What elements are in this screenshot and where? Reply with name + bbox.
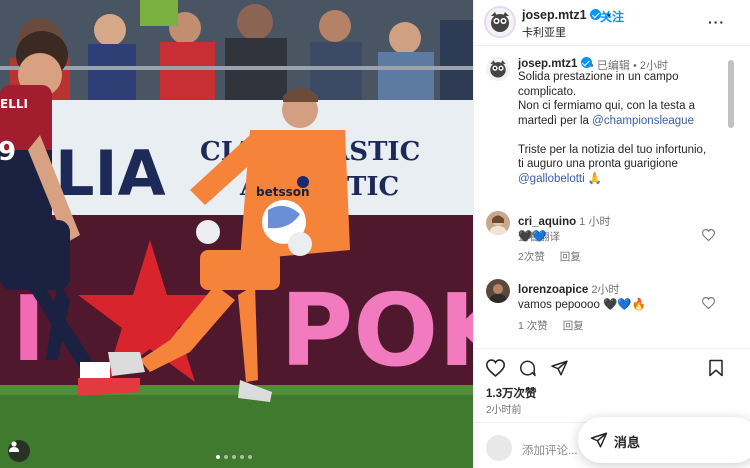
post-date[interactable]: 2小时前 <box>486 401 522 416</box>
reply-button[interactable]: 回复 <box>563 320 584 332</box>
comment-text: 🖤💙 <box>518 231 547 243</box>
mention-link[interactable]: @championsleague <box>592 115 694 127</box>
messages-button[interactable]: 消息 <box>578 417 750 463</box>
mention-link[interactable]: @gallobelotti <box>518 173 585 185</box>
post-header: josep.mtz1 • 关注 卡利亚里 ··· <box>474 0 750 46</box>
avatar-image <box>486 57 510 81</box>
caption-line: ti auguro una pronta guarigione <box>518 158 678 170</box>
caption-username-text[interactable]: josep.mtz1 <box>518 58 577 70</box>
comments-section[interactable]: josep.mtz1 • 已编辑 • 2小时 Solida prestazion… <box>474 47 736 347</box>
comment-like-heart-icon[interactable] <box>702 229 715 241</box>
commenter-avatar[interactable] <box>486 211 510 235</box>
caption-line: Non ci fermiamo qui, con la testa a <box>518 100 696 112</box>
comment-time: 1 小时 <box>579 216 611 228</box>
author-avatar[interactable] <box>484 6 516 38</box>
jersey-number: 9 <box>0 137 16 167</box>
current-user-avatar <box>486 435 512 461</box>
comment-likes[interactable]: 2次赞 <box>518 251 545 263</box>
comments-scrollbar[interactable] <box>726 56 736 342</box>
post-location[interactable]: 卡利亚里 <box>522 24 566 40</box>
caption-line: @gallobelotti 🙏 <box>518 172 730 187</box>
comment-like-heart-icon[interactable] <box>702 297 715 309</box>
avatar-image <box>486 211 510 235</box>
comment-username-text[interactable]: cri_aquino <box>518 216 576 228</box>
comment-username[interactable]: lorenzoapice 2小时 <box>518 281 619 297</box>
comment-likes[interactable]: 1 次赞 <box>518 320 548 332</box>
carousel-dot <box>216 455 220 459</box>
avatar-image <box>486 8 514 36</box>
reply-button[interactable]: 回复 <box>560 251 581 263</box>
scrollbar-thumb[interactable] <box>728 60 734 128</box>
carousel-dot <box>224 455 228 459</box>
tagged-users-button[interactable] <box>8 440 30 462</box>
caption-avatar[interactable] <box>486 57 510 81</box>
carousel-indicator <box>216 455 252 459</box>
bookmark-icon[interactable] <box>708 359 724 377</box>
avatar-image <box>486 279 510 303</box>
caption-line: Triste per la notizia del tuo infortunio… <box>518 143 707 156</box>
more-options-button[interactable]: ··· <box>708 14 725 30</box>
caption-line: martedì per la @championsleague <box>518 114 730 129</box>
caption-text: Solida prestazione in un campo complicat… <box>518 70 730 186</box>
board-big-text: LIA <box>55 137 166 210</box>
carousel-dot <box>232 455 236 459</box>
post-photo[interactable]: LIA CIA A PLASTIC A ESTETIC I POKE 9 ELL… <box>0 0 473 468</box>
carousel-dot <box>240 455 244 459</box>
caption-username[interactable]: josep.mtz1 <box>518 57 592 70</box>
caption-line: complicato. <box>518 85 577 98</box>
like-count[interactable]: 1.3万次赞 <box>486 385 537 401</box>
caption-line: Solida prestazione in un campo <box>518 71 679 83</box>
carousel-dot <box>248 455 252 459</box>
follow-button[interactable]: 关注 <box>600 8 624 25</box>
match-photo: LIA CIA A PLASTIC A ESTETIC I POKE 9 ELL… <box>0 0 473 468</box>
messages-label: 消息 <box>614 435 641 450</box>
caption-line-text: martedì per la <box>518 114 589 127</box>
comment-meta: 2次赞 回复 <box>518 249 593 264</box>
direct-message-icon <box>590 432 608 448</box>
pray-emoji: 🙏 <box>587 172 603 185</box>
comment-username[interactable]: cri_aquino 1 小时 <box>518 213 610 229</box>
comment-username-text[interactable]: lorenzoapice <box>518 284 588 296</box>
comment-text: vamos pepoooo 🖤💙🔥 <box>518 299 646 311</box>
comment-input[interactable]: 添加评论... <box>522 442 578 458</box>
comment-meta: 1 次赞 回复 <box>518 318 596 333</box>
user-icon <box>9 441 19 452</box>
post-actions: 1.3万次赞 2小时前 <box>474 348 750 422</box>
comment-time: 2小时 <box>591 284 620 296</box>
post-sidebar: josep.mtz1 • 关注 卡利亚里 ··· josep.mtz1 • 已编… <box>473 0 750 468</box>
commenter-avatar[interactable] <box>486 279 510 303</box>
share-send-icon[interactable] <box>550 359 569 377</box>
jersey-name: ELLI <box>0 97 28 111</box>
led-sponsor-text: POKE <box>280 272 473 389</box>
author-username-text[interactable]: josep.mtz1 <box>522 8 587 22</box>
like-heart-icon[interactable] <box>486 359 505 377</box>
comment-bubble-icon[interactable] <box>518 359 537 377</box>
